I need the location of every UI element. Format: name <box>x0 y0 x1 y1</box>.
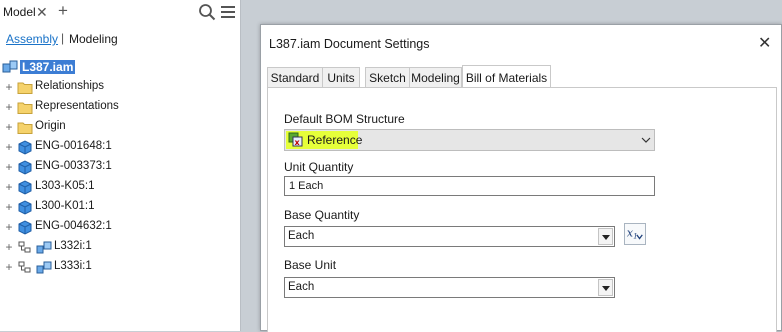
close-icon[interactable]: ✕ <box>36 4 48 21</box>
tree-item[interactable]: + L333i:1 <box>0 258 240 276</box>
bom-structure-label: Default BOM Structure <box>284 112 405 126</box>
tree-item[interactable]: + L300-K01:1 <box>0 198 240 216</box>
search-icon[interactable] <box>198 3 216 21</box>
structure-icon <box>18 241 31 253</box>
chevron-down-icon <box>641 137 651 143</box>
expand-icon[interactable]: + <box>4 220 14 234</box>
tree-item[interactable]: + ENG-001648:1 <box>0 138 240 156</box>
svg-text:x: x <box>295 138 301 147</box>
folder-icon <box>17 122 33 134</box>
expand-icon[interactable]: + <box>4 120 14 134</box>
tree-item-label: Relationships <box>35 80 105 92</box>
tab-modeling[interactable]: Modeling <box>69 32 118 46</box>
tree-item-label: ENG-004632:1 <box>35 220 112 232</box>
tree-item[interactable]: + Representations <box>0 98 240 116</box>
base-unit-label: Base Unit <box>284 258 337 272</box>
hamburger-menu-icon[interactable] <box>220 4 236 20</box>
tree-item[interactable]: + L303-K05:1 <box>0 178 240 196</box>
bom-structure-value: Reference <box>307 133 363 147</box>
fx-parameter-button[interactable]: x 1 <box>624 223 646 245</box>
tab-standard[interactable]: Standard <box>267 67 323 87</box>
function-icon: x 1 <box>627 227 643 241</box>
structure-icon <box>18 261 31 273</box>
close-icon[interactable]: ✕ <box>758 33 771 53</box>
tree-root-item[interactable]: L387.iam <box>0 58 240 76</box>
tree-item[interactable]: + Origin <box>0 118 240 136</box>
model-browser-panel: Model ✕ + Assembly | Modeling L387.iam + R… <box>0 0 241 331</box>
bill-of-materials-panel: Default BOM Structure x Reference Unit Q… <box>267 87 777 332</box>
unit-quantity-label: Unit Quantity <box>284 160 354 174</box>
dialog-title: L387.iam Document Settings <box>269 37 430 51</box>
browser-header: Model ✕ + <box>0 0 240 24</box>
expand-icon[interactable]: + <box>4 200 14 214</box>
tree-item[interactable]: + L332i:1 <box>0 238 240 256</box>
svg-text:x: x <box>627 227 633 240</box>
tree-item-label: L387.iam <box>20 60 76 74</box>
add-icon[interactable]: + <box>58 1 68 21</box>
base-quantity-label: Base Quantity <box>284 208 360 222</box>
base-unit-value: Each <box>288 281 315 293</box>
tree-item-label: ENG-003373:1 <box>35 160 112 172</box>
tree-item[interactable]: + ENG-003373:1 <box>0 158 240 176</box>
tab-sketch[interactable]: Sketch <box>365 67 410 87</box>
part-icon <box>18 180 32 195</box>
tree-item-label: L303-K05:1 <box>35 180 95 192</box>
tab-separator: | <box>61 31 65 45</box>
workspace-background <box>240 0 782 24</box>
tree-item-label: L300-K01:1 <box>35 200 95 212</box>
part-icon <box>18 140 32 155</box>
expand-icon[interactable]: + <box>4 180 14 194</box>
expand-icon[interactable]: + <box>4 80 14 94</box>
folder-icon <box>17 102 33 114</box>
tree-item[interactable]: + ENG-004632:1 <box>0 218 240 236</box>
subassembly-icon <box>36 241 52 254</box>
part-icon <box>18 220 32 235</box>
tab-modeling[interactable]: Modeling <box>409 67 462 87</box>
part-icon <box>18 160 32 175</box>
base-unit-combo[interactable]: Each <box>284 277 615 298</box>
tab-assembly[interactable]: Assembly <box>6 32 58 46</box>
chevron-down-icon[interactable] <box>598 279 613 296</box>
document-settings-dialog: L387.iam Document Settings ✕ Standard Un… <box>260 24 782 332</box>
base-quantity-value: Each <box>288 230 315 242</box>
folder-icon <box>17 82 33 94</box>
subassembly-icon <box>36 261 52 274</box>
expand-icon[interactable]: + <box>4 260 14 274</box>
bom-structure-select[interactable]: x Reference <box>284 129 655 151</box>
expand-icon[interactable]: + <box>4 240 14 254</box>
unit-quantity-field[interactable]: 1 Each <box>284 176 655 196</box>
tab-units[interactable]: Units <box>322 67 360 87</box>
part-icon <box>18 200 32 215</box>
expand-icon[interactable]: + <box>4 140 14 154</box>
tab-bill-of-materials[interactable]: Bill of Materials <box>462 65 551 88</box>
expand-icon[interactable]: + <box>4 100 14 114</box>
browser-title: Model <box>3 5 36 19</box>
tree-item[interactable]: + Relationships <box>0 78 240 96</box>
base-quantity-combo[interactable]: Each <box>284 226 615 247</box>
tree-item-label: L332i:1 <box>54 240 92 252</box>
tree-item-label: Origin <box>35 120 66 132</box>
chevron-down-icon[interactable] <box>598 228 613 245</box>
expand-icon[interactable]: + <box>4 160 14 174</box>
reference-bom-icon: x <box>288 132 303 147</box>
bom-structure-highlight: x Reference <box>286 131 362 149</box>
tree-item-label: ENG-001648:1 <box>35 140 112 152</box>
assembly-icon <box>2 60 18 73</box>
tree-item-label: Representations <box>35 100 119 112</box>
tree-item-label: L333i:1 <box>54 260 92 272</box>
